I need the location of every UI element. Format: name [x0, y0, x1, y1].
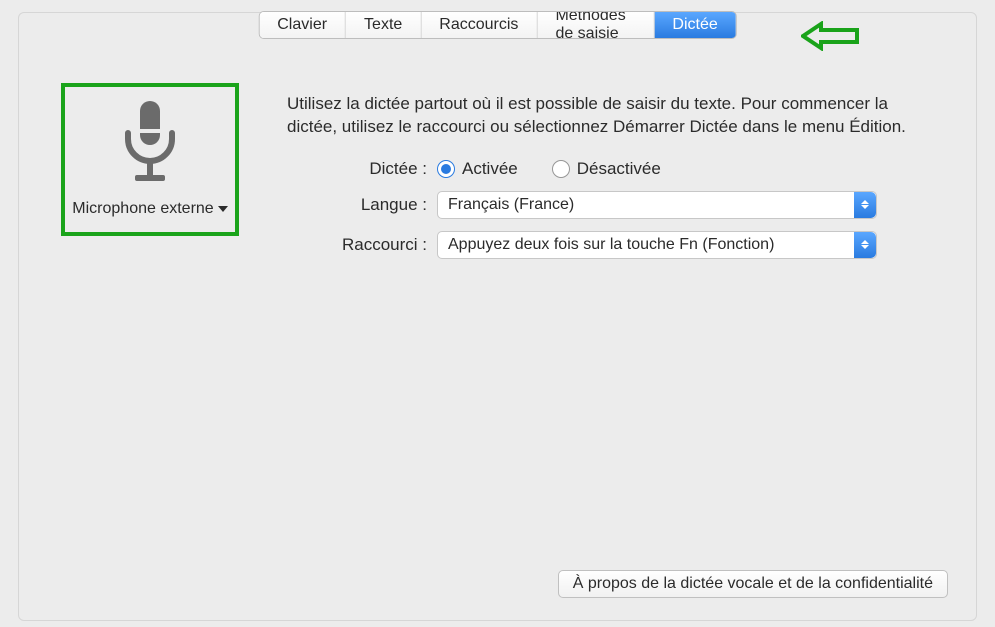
radio-disabled-label: Désactivée [577, 159, 661, 179]
tab-texte[interactable]: Texte [346, 12, 421, 38]
shortcut-label: Raccourci : [287, 235, 437, 255]
radio-disabled[interactable]: Désactivée [552, 159, 661, 179]
radio-checked-icon [437, 160, 455, 178]
radio-unchecked-icon [552, 160, 570, 178]
microphone-selector[interactable]: Microphone externe [61, 83, 239, 236]
tab-bar: Clavier Texte Raccourcis Méthodes de sai… [258, 11, 737, 39]
preferences-panel: Clavier Texte Raccourcis Méthodes de sai… [18, 12, 977, 621]
tab-methodes-de-saisie[interactable]: Méthodes de saisie [537, 12, 654, 38]
radio-enabled-label: Activée [462, 159, 518, 179]
content-area: Utilisez la dictée partout où il est pos… [287, 93, 916, 271]
chevron-down-icon [218, 206, 228, 212]
dropdown-stepper-icon [854, 192, 876, 218]
microphone-icon [115, 99, 185, 190]
annotation-arrow-icon [801, 21, 863, 56]
radio-enabled[interactable]: Activée [437, 159, 518, 179]
tab-dictee[interactable]: Dictée [654, 12, 735, 38]
tab-clavier[interactable]: Clavier [259, 12, 346, 38]
shortcut-value: Appuyez deux fois sur la touche Fn (Fonc… [448, 236, 774, 254]
tab-raccourcis[interactable]: Raccourcis [421, 12, 537, 38]
dropdown-stepper-icon [854, 232, 876, 258]
microphone-label: Microphone externe [72, 200, 213, 218]
shortcut-dropdown[interactable]: Appuyez deux fois sur la touche Fn (Fonc… [437, 231, 877, 259]
language-label: Langue : [287, 195, 437, 215]
dictation-label: Dictée : [287, 159, 437, 179]
language-dropdown[interactable]: Français (France) [437, 191, 877, 219]
about-privacy-button[interactable]: À propos de la dictée vocale et de la co… [558, 570, 948, 598]
intro-text: Utilisez la dictée partout où il est pos… [287, 93, 916, 139]
language-value: Français (France) [448, 196, 574, 214]
